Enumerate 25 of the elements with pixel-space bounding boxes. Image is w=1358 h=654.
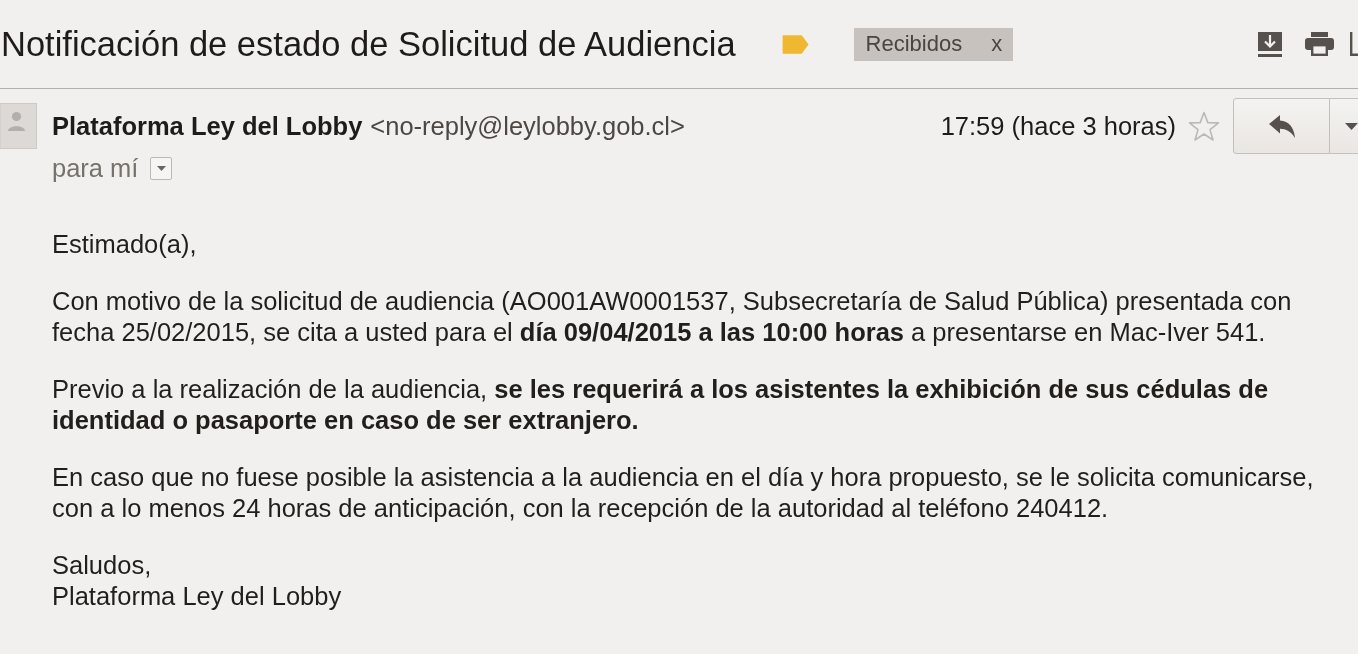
body-paragraph: En caso que no fuese posible la asistencia a la audiencia en el día y hora propuesto, se le solicita comunicarse, con a lo menos 24 horas de anticipación, con la recepción de la autoridad al teléfono 240412. [52, 462, 1315, 524]
label-chip[interactable]: Recibidos x [853, 27, 1014, 61]
reply-icon [1268, 114, 1295, 138]
frame-icon[interactable] [1350, 32, 1358, 56]
email-subject: Notificación de estado de Solicitud de Audiencia [1, 24, 736, 65]
sender-email: <no-reply@leylobby.gob.cl> [370, 111, 685, 141]
signature-line: Saludos, [52, 550, 153, 581]
caret-icon [1345, 122, 1358, 130]
caret-icon [156, 165, 166, 171]
signature-line: Plataforma Ley del Lobby [52, 581, 343, 612]
download-icon[interactable] [1258, 31, 1282, 57]
remove-label-button[interactable]: x [991, 32, 1003, 56]
message-time: 17:59 (hace 3 horas) [940, 111, 1176, 141]
avatar-icon [0, 103, 37, 149]
greeting-text: Estimado(a), [52, 229, 198, 260]
reply-button[interactable] [1233, 98, 1330, 154]
print-icon[interactable] [1305, 32, 1334, 56]
sender-name: Plataforma Ley del Lobby [52, 111, 363, 141]
body-paragraph: Con motivo de la solicitud de audiencia (AO001AW0001537, Subsecretaría de Salud Pública) presentada con fecha 25/02/2015, se cita a usted para el día 09/04/2015 a las 10:00 horas a presentarse en Mac-Iver 541. [52, 286, 1293, 348]
more-button[interactable] [1330, 98, 1358, 154]
star-icon[interactable] [1188, 110, 1220, 142]
recipient-text: para mí [52, 153, 139, 183]
label-text: Recibidos [865, 31, 963, 57]
details-button[interactable] [150, 156, 173, 180]
body-paragraph: Previo a la realización de la audiencia, se les requerirá a los asistentes la exhibición de sus cédulas de identidad o pasaporte en caso de ser extranjero. [52, 374, 1270, 436]
